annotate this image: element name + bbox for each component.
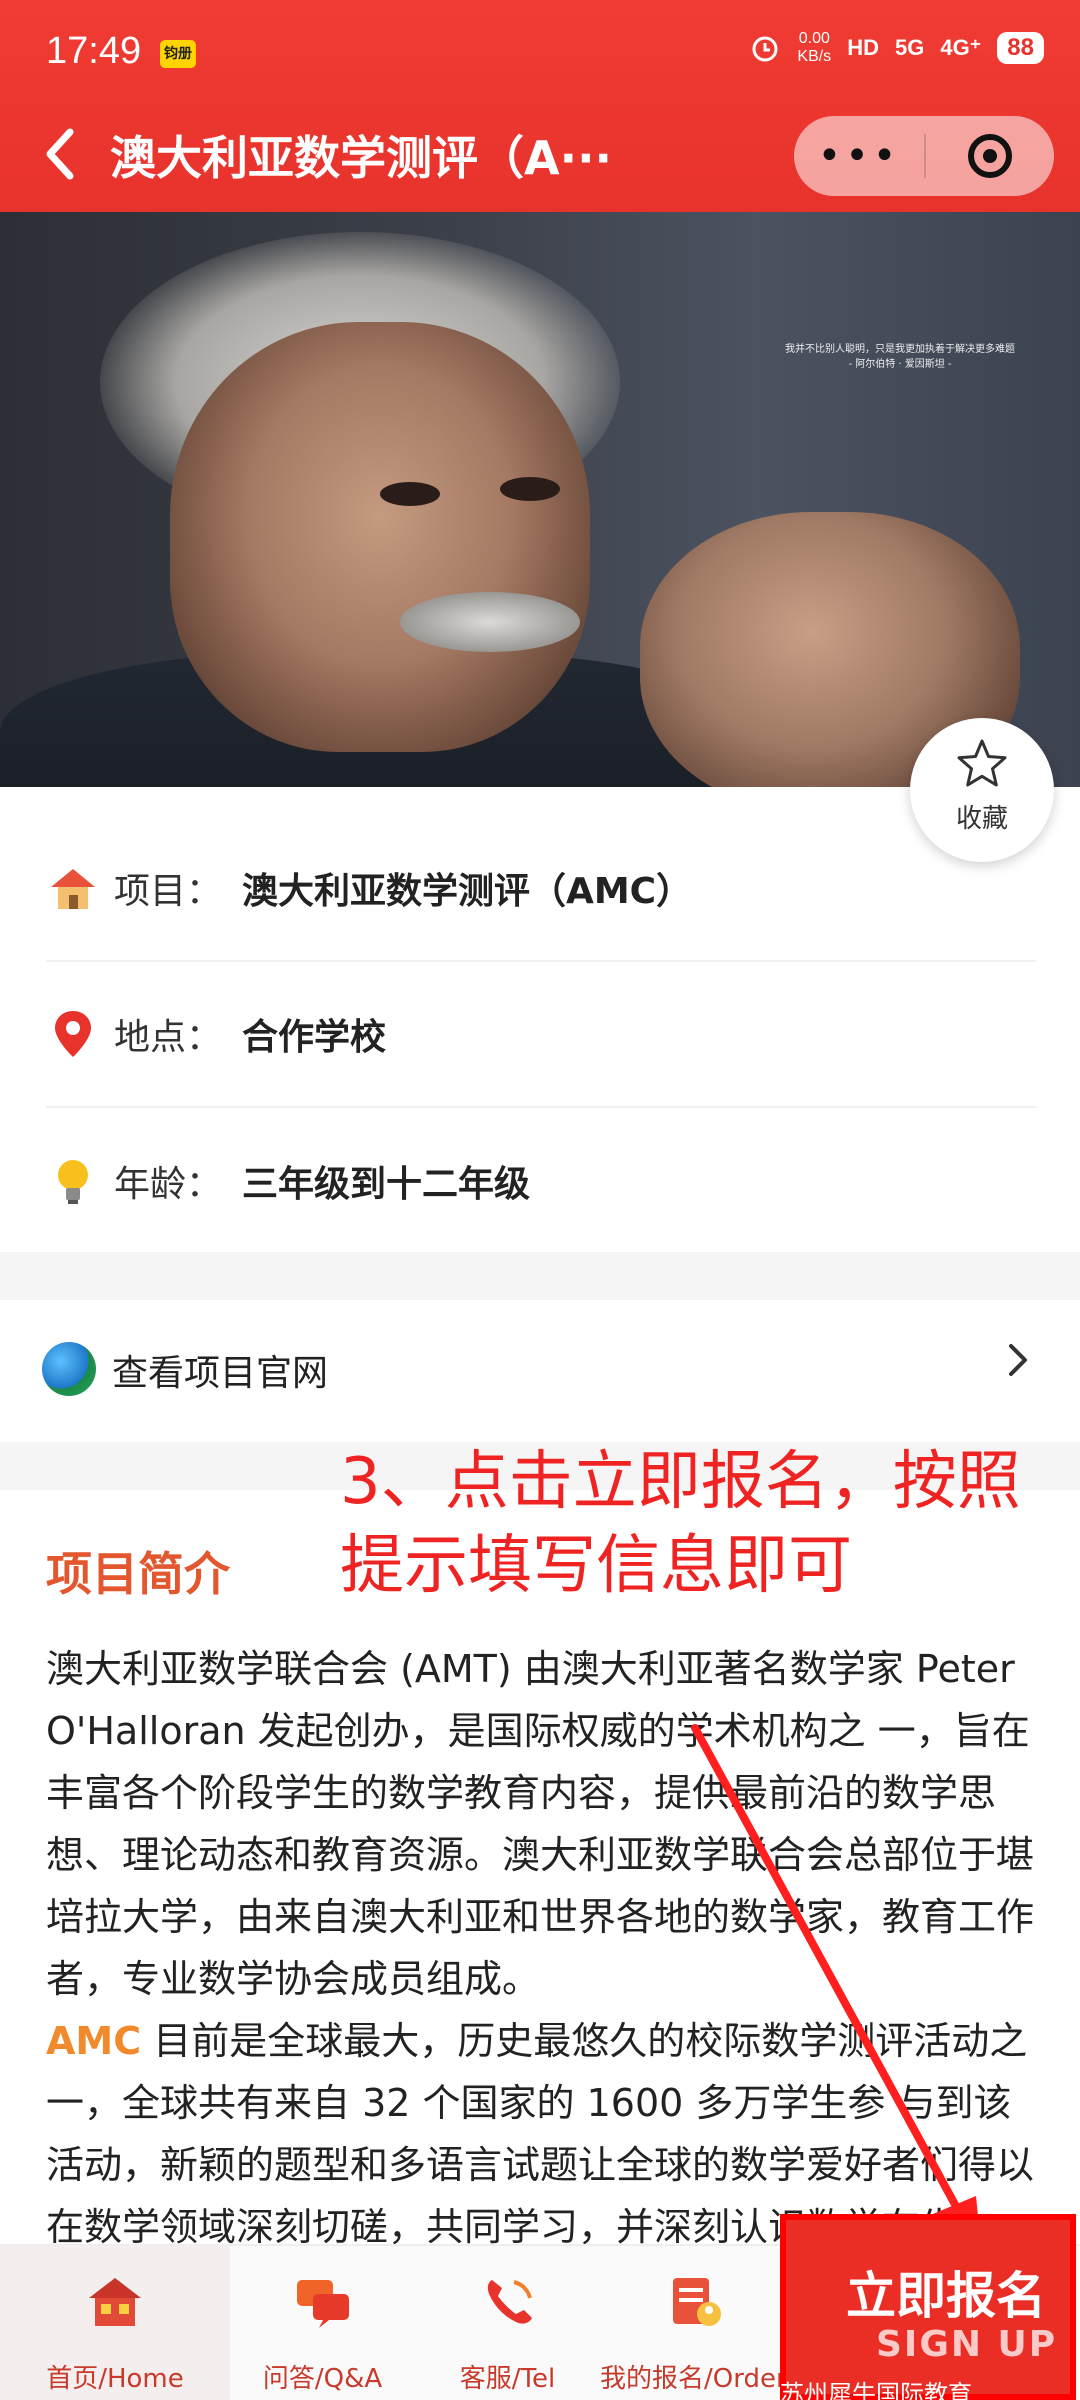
banner-image: 我并不比别人聪明，只是我更加执着于解决更多难题 - 阿尔伯特 · 爱因斯坦 - [0, 212, 1080, 787]
chevron-right-icon [1009, 1344, 1027, 1376]
tab-orders-label: 我的报名/Orders [600, 2364, 801, 2394]
star-icon [957, 739, 1007, 787]
status-time: 17:49 [46, 30, 142, 72]
location-pin-icon [55, 1011, 91, 1057]
net-speed-value: 0.00 [798, 30, 830, 47]
banner-quote-line1: 我并不比别人聪明，只是我更加执着于解决更多难题 [785, 344, 1015, 355]
info-row-project: 项目： 澳大利亚数学测评（AMC） [46, 816, 1036, 962]
tab-home[interactable]: 首页/Home [0, 2246, 230, 2400]
page: 17:49 钧册 0.00 KB/s HD 5G 4G⁺ 88 澳大利亚数学测评（… [0, 0, 1080, 2400]
banner-eye-left [380, 482, 440, 506]
network-5g: 5G [894, 35, 925, 60]
clipboard-icon [673, 2278, 721, 2326]
banner-eye-right [500, 477, 560, 501]
globe-icon [42, 1342, 96, 1396]
location-value: 合作学校 [242, 1017, 387, 1058]
hd-icon: HD [847, 35, 879, 60]
tab-qa-label: 问答/Q&A [262, 2364, 383, 2394]
chevron-left-icon [46, 128, 74, 180]
miniprogram-capsule: ••• [794, 116, 1054, 196]
net-speed: 0.00 KB/s [797, 30, 831, 66]
alarm-icon [752, 36, 778, 62]
app-badge-icon: 钧册 [160, 40, 196, 68]
project-label: 项目： [114, 871, 223, 912]
page-title: 澳大利亚数学测评（A··· [110, 131, 613, 185]
age-label: 年龄： [114, 1164, 223, 1205]
intro-title: 项目简介 [46, 1547, 230, 1601]
age-value: 三年级到十二年级 [242, 1164, 531, 1205]
info-row-location: 地点： 合作学校 [46, 962, 1036, 1108]
lightbulb-icon [58, 1160, 88, 1204]
more-button[interactable]: ••• [794, 136, 924, 176]
intro-paragraph-1: 澳大利亚数学联合会 (AMT) 由澳大利亚著名数学家 Peter O'Hallo… [46, 1647, 1035, 2001]
network-4g: 4G⁺ [940, 35, 982, 60]
website-link-row[interactable]: 查看项目官网 [0, 1300, 1080, 1442]
close-miniprogram-button[interactable] [926, 134, 1054, 178]
banner-quote: 我并不比别人聪明，只是我更加执着于解决更多难题 - 阿尔伯特 · 爱因斯坦 - [770, 342, 1030, 372]
banner-mustache-shape [400, 592, 580, 652]
section-divider [0, 1252, 1080, 1300]
signup-sublabel: SIGN UP [876, 2324, 1058, 2365]
banner-face-shape [170, 322, 590, 752]
target-icon [968, 134, 1012, 178]
signup-label: 立即报名 [846, 2267, 1046, 2325]
project-value: 澳大利亚数学测评（AMC） [242, 871, 693, 912]
back-button[interactable] [40, 124, 100, 184]
nav-bar: 澳大利亚数学测评（A··· ••• [0, 100, 1080, 212]
net-speed-unit: KB/s [797, 48, 832, 65]
website-label: 查看项目官网 [112, 1353, 329, 1394]
banner-quote-line2: - 阿尔伯特 · 爱因斯坦 - [848, 359, 952, 370]
tab-tel[interactable]: 客服/Tel [415, 2246, 600, 2400]
tab-tel-label: 客服/Tel [459, 2364, 556, 2394]
battery-icon: 88 [997, 32, 1044, 64]
info-row-age: 年龄： 三年级到十二年级 [46, 1108, 1036, 1254]
amc-highlight: AMC [46, 2019, 142, 2063]
house-icon [51, 869, 95, 909]
tab-qa[interactable]: 问答/Q&A [230, 2246, 415, 2400]
phone-icon [487, 2280, 532, 2324]
header-bar: 17:49 钧册 0.00 KB/s HD 5G 4G⁺ 88 澳大利亚数学测评（… [0, 0, 1080, 212]
signup-button[interactable]: 立即报名 SIGN UP [780, 2214, 1076, 2400]
status-icons: 0.00 KB/s HD 5G 4G⁺ 88 [749, 30, 1044, 66]
home-icon [89, 2278, 141, 2326]
chat-bubbles-icon [296, 2280, 349, 2328]
status-bar: 17:49 钧册 0.00 KB/s HD 5G 4G⁺ 88 [0, 0, 1080, 100]
tab-home-label: 首页/Home [46, 2364, 184, 2394]
annotation-text: 3、点击立即报名，按照提示填写信息即可 [340, 1445, 1021, 1603]
location-label: 地点： [114, 1017, 223, 1058]
watermark-text: 苏州犀牛国际教育 [780, 2380, 972, 2400]
tab-orders[interactable]: 我的报名/Orders [600, 2246, 801, 2400]
